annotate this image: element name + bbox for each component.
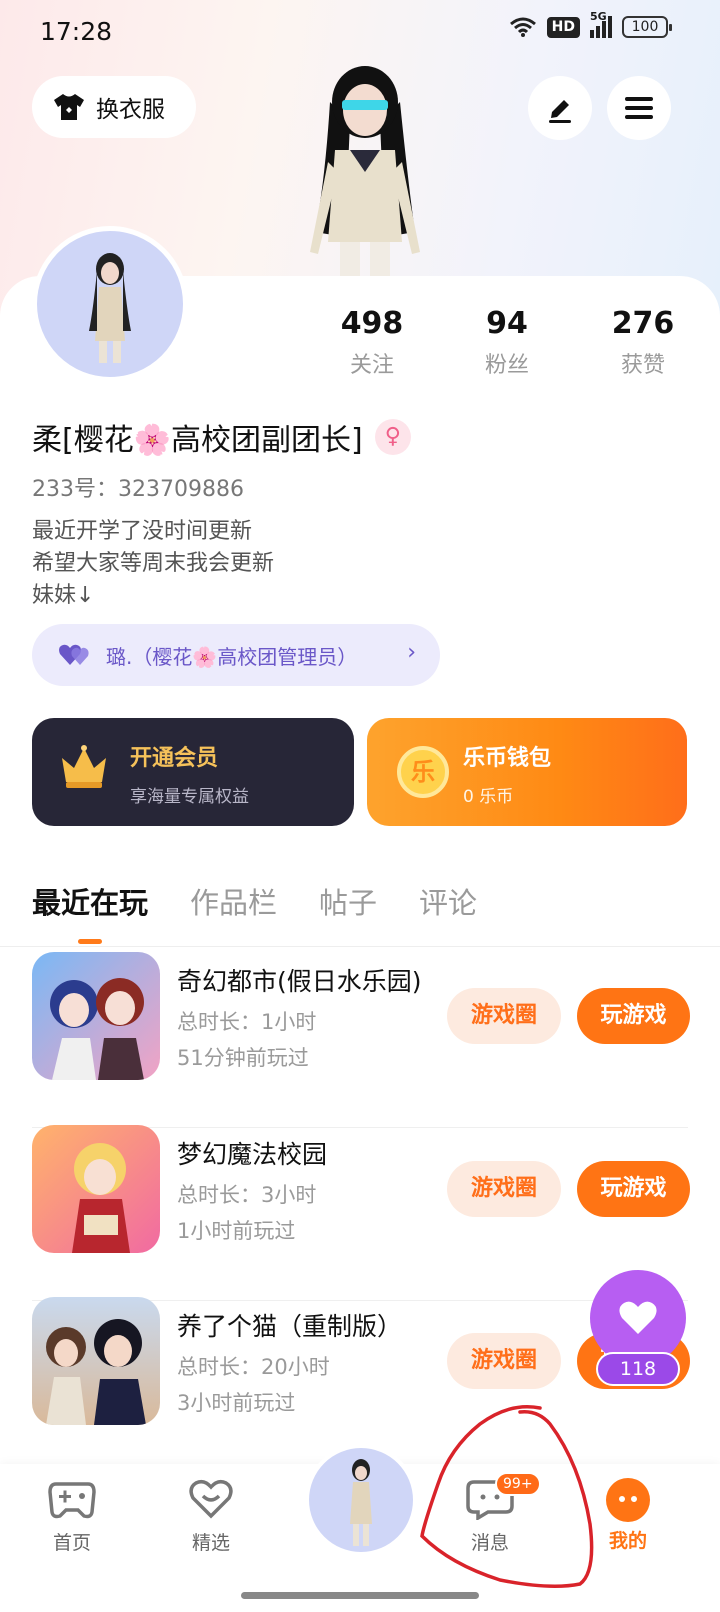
profile-avatar[interactable] [32, 226, 188, 382]
signal-icon: 5G [590, 10, 612, 38]
pen-icon [549, 100, 571, 123]
game-art-icon [46, 1319, 146, 1425]
nav-me[interactable]: 我的 [583, 1478, 673, 1553]
gamepad-icon [48, 1482, 96, 1519]
home-indicator [241, 1592, 479, 1599]
club-link[interactable]: 璐.（樱花🌸高校团管理员） › [32, 624, 440, 686]
bottom-nav: 首页 精选 99+ 消息 我的 [0, 1444, 720, 1612]
avatar-3d-figure[interactable] [290, 62, 440, 280]
game-name: 奇幻都市(假日水乐园) [177, 967, 422, 996]
game-last-played: 3小时前玩过 [177, 1391, 296, 1415]
tab-works[interactable]: 作品栏 [190, 880, 277, 922]
game-thumbnail[interactable] [32, 1125, 160, 1253]
nav-home[interactable]: 首页 [27, 1478, 117, 1555]
game-name: 养了个猫（重制版） [177, 1312, 403, 1341]
bio-line: 希望大家等周末我会更新 [32, 551, 275, 576]
nav-me-label: 我的 [608, 1530, 647, 1552]
game-art-icon [50, 978, 144, 1080]
game-art-icon [72, 1143, 130, 1253]
tab-recently-played[interactable]: 最近在玩 [32, 880, 148, 944]
edit-profile-button[interactable] [528, 76, 592, 140]
hamburger-icon [625, 97, 653, 119]
stat-likes-value: 276 [611, 306, 675, 341]
wallet-balance: 0 乐币 [463, 787, 514, 807]
user-id[interactable]: 233号：323709886 [32, 471, 244, 503]
nav-featured-label: 精选 [191, 1532, 230, 1554]
double-heart-icon [59, 644, 89, 665]
tabs-divider [0, 946, 720, 947]
avatar-figure-icon [89, 253, 131, 363]
face-icon [606, 1478, 650, 1522]
game-thumbnail[interactable] [32, 1297, 160, 1425]
stat-likes-label: 获赞 [620, 353, 665, 378]
avatar-figure-icon [350, 1459, 372, 1546]
game-playtime: 总时长：1小时 [177, 1010, 317, 1034]
coin-icon: 乐 [397, 746, 449, 798]
status-bar: 17:28 HD 5G 100 [0, 0, 720, 64]
status-time: 17:28 [40, 17, 113, 46]
change-outfit-button[interactable]: 换衣服 [32, 76, 196, 138]
stat-following[interactable]: 498 关注 [317, 306, 427, 379]
heart-icon [619, 1301, 657, 1334]
profile-tabs: 最近在玩 作品栏 帖子 评论 [32, 880, 477, 944]
club-link-label: 璐.（樱花🌸高校团管理员） [106, 644, 358, 669]
stat-followers-label: 粉丝 [484, 353, 529, 378]
username-text: 柔[樱花🌸高校团副团长] [32, 423, 363, 458]
status-icons: HD 5G 100 [509, 10, 672, 38]
crown-icon [62, 745, 106, 788]
game-circle-button[interactable]: 游戏圈 [447, 988, 561, 1044]
profile-page: 17:28 HD 5G 100 换衣服 498 关注 94 粉丝 276 获赞 … [0, 0, 720, 1612]
play-game-button[interactable]: 玩游戏 [577, 1161, 690, 1217]
game-thumbnail[interactable] [32, 952, 160, 1080]
tab-posts[interactable]: 帖子 [319, 880, 377, 922]
message-count-badge: 99+ [495, 1472, 541, 1496]
like-count: 118 [596, 1352, 680, 1386]
wifi-icon [509, 17, 536, 37]
game-last-played: 51分钟前玩过 [177, 1046, 309, 1070]
vip-membership-card[interactable]: 开通会员 享海量专属权益 [32, 718, 354, 826]
hd-icon: HD [546, 16, 580, 38]
nav-avatar [309, 1448, 413, 1552]
chevron-right-icon: › [407, 640, 416, 665]
battery-icon: 100 [622, 16, 672, 38]
game-playtime: 总时长：20小时 [177, 1355, 330, 1379]
bio-line: 最近开学了没时间更新 [32, 519, 253, 544]
game-name: 梦幻魔法校园 [177, 1140, 328, 1169]
tshirt-icon [54, 94, 84, 120]
change-outfit-label: 换衣服 [96, 97, 165, 123]
nav-messages-label: 消息 [470, 1532, 509, 1554]
stat-followers[interactable]: 94 粉丝 [452, 306, 562, 379]
stat-likes[interactable]: 276 获赞 [588, 306, 698, 379]
user-bio: 最近开学了没时间更新 希望大家等周末我会更新 妹妹↓ [32, 516, 274, 612]
heart-outline-icon [189, 1479, 233, 1519]
nav-featured[interactable]: 精选 [166, 1478, 256, 1555]
game-playtime: 总时长：3小时 [177, 1183, 317, 1207]
network-type-label: 5G [590, 10, 607, 23]
game-circle-button[interactable]: 游戏圈 [447, 1333, 561, 1389]
bio-line: 妹妹↓ [32, 583, 95, 608]
game-circle-button[interactable]: 游戏圈 [447, 1161, 561, 1217]
vip-title: 开通会员 [130, 746, 219, 771]
wallet-title: 乐币钱包 [463, 746, 552, 771]
vip-subtitle: 享海量专属权益 [130, 787, 249, 807]
nav-home-label: 首页 [52, 1532, 91, 1554]
game-last-played: 1小时前玩过 [177, 1219, 296, 1243]
game-row[interactable]: 奇幻都市(假日水乐园) 总时长：1小时 51分钟前玩过 游戏圈 玩游戏 [32, 952, 690, 1128]
username: 柔[樱花🌸高校团副团长] ♀ [32, 415, 411, 459]
game-row[interactable]: 梦幻魔法校园 总时长：3小时 1小时前玩过 游戏圈 玩游戏 [32, 1125, 690, 1301]
stat-following-value: 498 [340, 306, 404, 341]
menu-button[interactable] [607, 76, 671, 140]
nav-messages[interactable]: 99+ 消息 [445, 1472, 541, 1555]
nav-avatar-button[interactable] [305, 1444, 417, 1556]
stat-following-label: 关注 [349, 353, 394, 378]
female-gender-icon: ♀ [374, 419, 411, 455]
stat-followers-value: 94 [486, 306, 528, 341]
wallet-card[interactable]: 乐 乐币钱包 0 乐币 [367, 718, 687, 826]
play-game-button[interactable]: 玩游戏 [577, 988, 690, 1044]
tab-comments[interactable]: 评论 [419, 880, 477, 922]
